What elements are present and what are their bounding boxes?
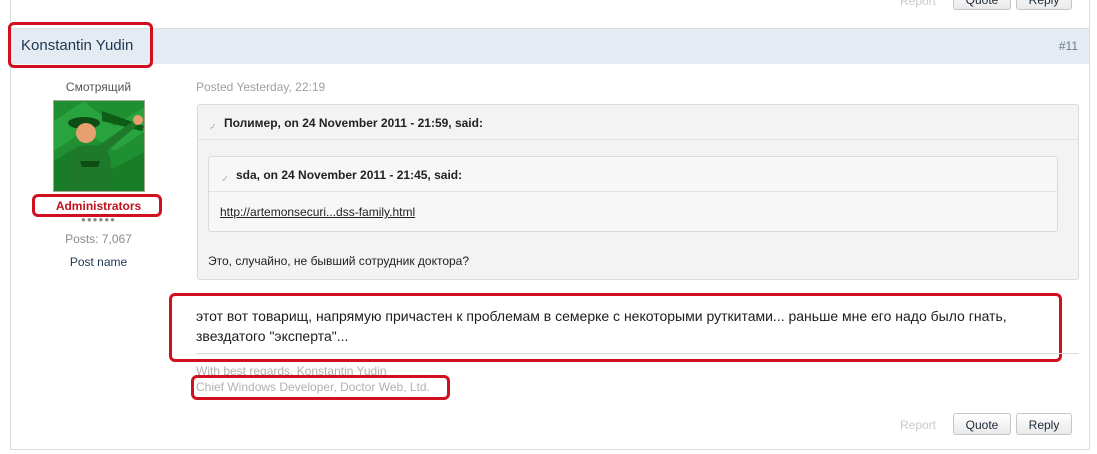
- posts-count: Posts: 7,067: [65, 232, 132, 246]
- quote-arrow-icon: ◞: [210, 116, 215, 130]
- quote-inner-header: ◞ sda, on 24 November 2011 - 21:45, said:: [222, 168, 463, 182]
- quote-outer-header: ◞ Полимер, on 24 November 2011 - 21:59, s…: [210, 116, 483, 130]
- highlight-body: [169, 293, 1062, 362]
- avatar[interactable]: [53, 100, 145, 192]
- quote-button[interactable]: Quote: [953, 413, 1011, 435]
- quoted-link[interactable]: http://artemonsecuri...dss-family.html: [220, 205, 415, 219]
- author-title: Смотрящий: [65, 80, 132, 94]
- post-number-link[interactable]: #11: [1059, 39, 1078, 53]
- rank-pips: ●●●●●●: [81, 215, 116, 224]
- reply-button[interactable]: Reply: [1016, 413, 1072, 435]
- signature-divider: [196, 353, 1079, 354]
- report-link[interactable]: Report: [900, 418, 936, 432]
- soldier-avatar-icon: [54, 101, 144, 191]
- quote-header-divider: [198, 139, 1078, 140]
- highlight-group: [32, 194, 162, 217]
- post-header: [11, 28, 1089, 64]
- highlight-signature: [191, 375, 450, 400]
- quote-outer-body: Это, случайно, не бывший сотрудник докто…: [208, 254, 470, 268]
- post-name-link[interactable]: Post name: [0, 255, 197, 269]
- quote-inner-divider: [209, 191, 1057, 192]
- highlight-author: [8, 22, 153, 68]
- quote-arrow-icon: ◞: [222, 168, 227, 182]
- posted-date: Posted Yesterday, 22:19: [196, 80, 326, 94]
